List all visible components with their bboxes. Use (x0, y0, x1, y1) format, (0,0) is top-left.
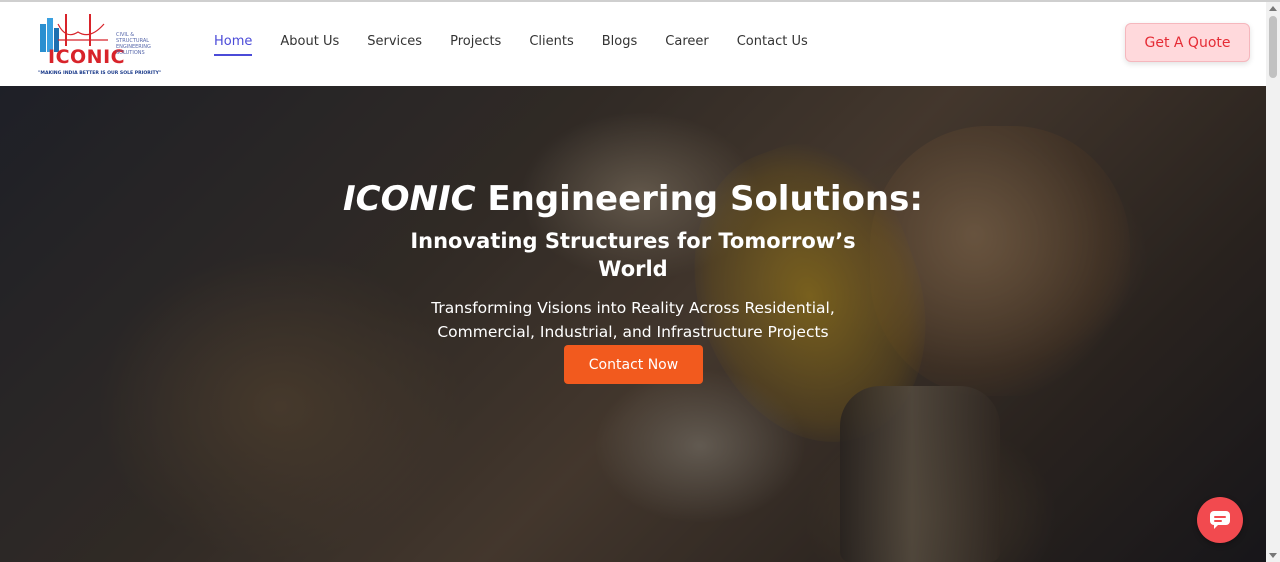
logo-subtitle: CIVIL & STRUCTURAL ENGINEERING SOLUTIONS (116, 32, 151, 56)
nav-clients[interactable]: Clients (529, 34, 573, 56)
nav-projects[interactable]: Projects (450, 34, 501, 56)
hero-description: Transforming Visions into Reality Across… (431, 299, 835, 341)
hero-title: ICONIC Engineering Solutions: (0, 179, 1266, 219)
scroll-up-icon[interactable] (1269, 6, 1277, 11)
logo-tagline: "MAKING INDIA BETTER IS OUR SOLE PRIORIT… (38, 71, 162, 76)
nav-blogs[interactable]: Blogs (602, 34, 638, 56)
chat-icon (1210, 511, 1230, 529)
contact-now-button[interactable]: Contact Now (564, 345, 703, 384)
site-header: ICONIC CIVIL & STRUCTURAL ENGINEERING SO… (0, 2, 1266, 86)
scrollbar-thumb[interactable] (1269, 16, 1277, 78)
nav-services[interactable]: Services (367, 34, 422, 56)
get-a-quote-button[interactable]: Get A Quote (1125, 23, 1250, 62)
logo-wordmark: ICONIC (48, 46, 126, 68)
site-logo[interactable]: ICONIC CIVIL & STRUCTURAL ENGINEERING SO… (36, 10, 162, 80)
hero-subtitle: Innovating Structures for Tomorrow’s Wor… (410, 229, 856, 281)
hero-title-brand: ICONIC (343, 179, 476, 219)
nav-home[interactable]: Home (214, 34, 253, 56)
hero-content: ICONIC Engineering Solutions: Innovating… (0, 86, 1266, 562)
chat-widget-button[interactable] (1197, 497, 1243, 543)
nav-about-us[interactable]: About Us (280, 34, 339, 56)
nav-contact-us[interactable]: Contact Us (737, 34, 808, 56)
page-scrollbar[interactable] (1266, 2, 1280, 562)
main-nav: Home About Us Services Projects Clients … (214, 34, 836, 56)
scroll-down-icon[interactable] (1269, 553, 1277, 558)
nav-career[interactable]: Career (665, 34, 708, 56)
hero-section: ICONIC Engineering Solutions: Innovating… (0, 86, 1266, 562)
hero-title-rest: Engineering Solutions: (475, 179, 923, 219)
